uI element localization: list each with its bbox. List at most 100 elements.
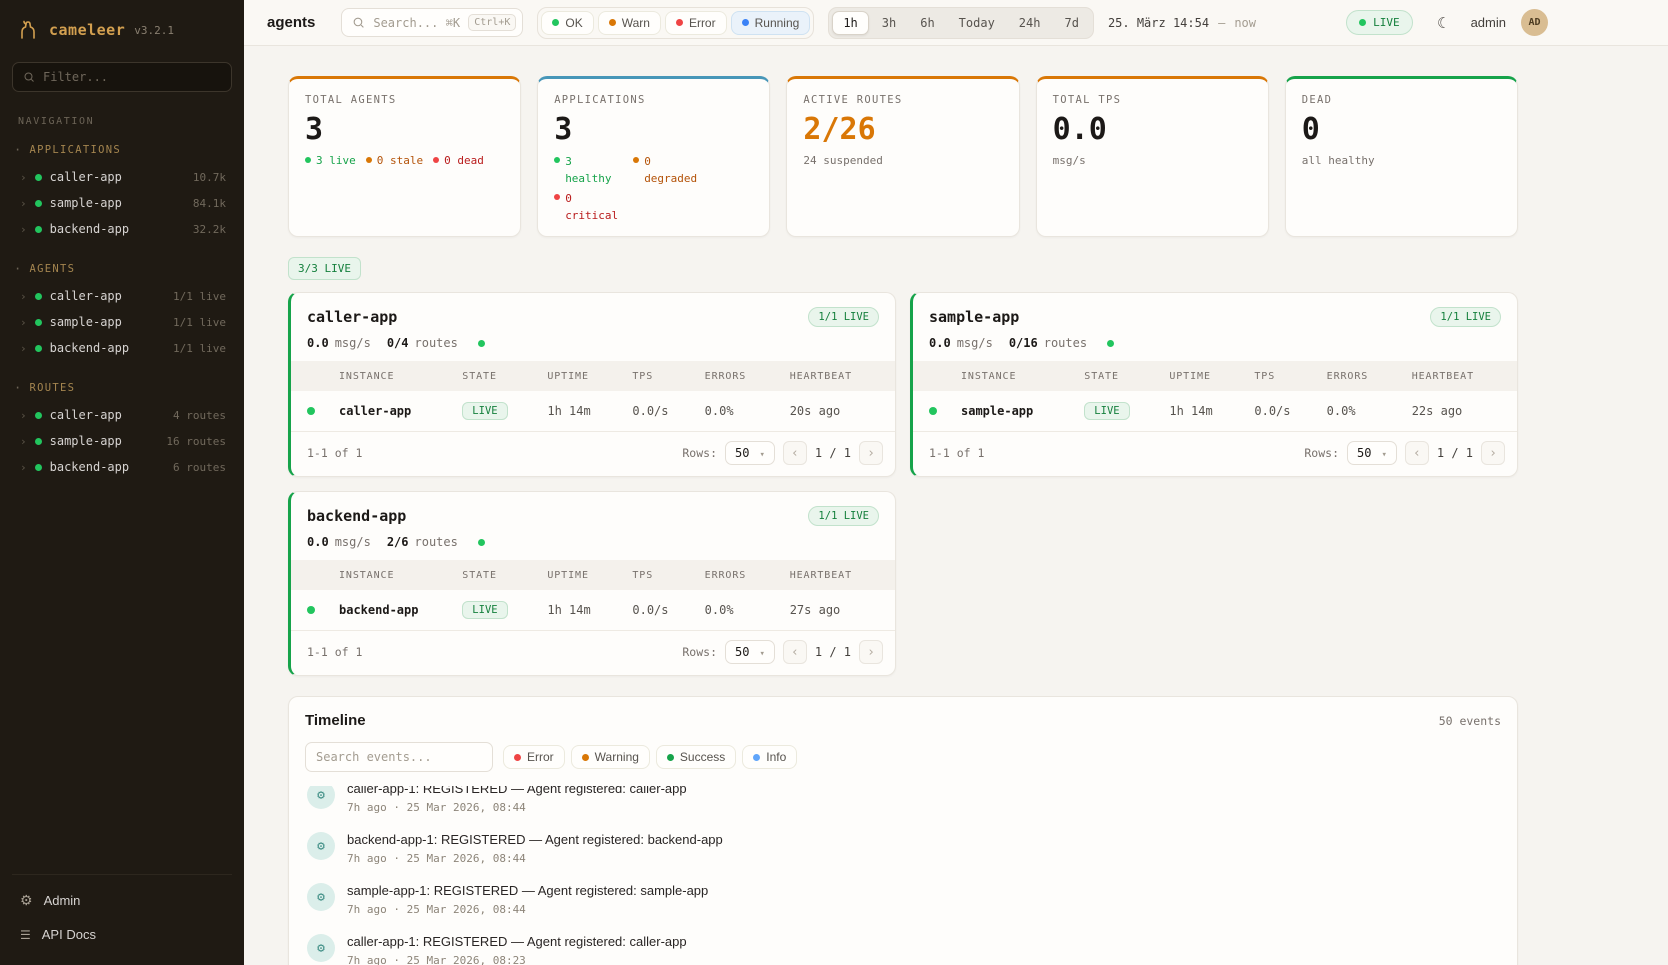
sidebar-section-routes: ROUTES caller-app 4 routes sample-app 16… (12, 377, 232, 480)
live-count-badge: 1/1 LIVE (808, 506, 879, 526)
time-range-1h[interactable]: 1h (832, 11, 868, 35)
time-range-24h[interactable]: 24h (1008, 11, 1052, 35)
stat-card-dead: DEAD 0 all healthy (1285, 76, 1518, 237)
state-badge: LIVE (1084, 402, 1129, 420)
stat-subtext: 24 suspended (803, 154, 1002, 167)
rows-label: Rows: (682, 645, 717, 659)
table-row[interactable]: backend-app LIVE 1h 14m 0.0/s 0.0% 27s a… (291, 590, 895, 630)
sidebar-item-routes-backend-app[interactable]: backend-app 6 routes (12, 454, 232, 480)
app-card-meta: 0.0msg/s 2/6routes (291, 535, 895, 560)
sidebar-item-api-docs[interactable]: API Docs (12, 918, 232, 951)
running-dot-icon (742, 19, 749, 26)
filter-chip-ok[interactable]: OK (541, 11, 593, 35)
event-search-input[interactable] (305, 742, 493, 772)
item-label: sample-app (50, 315, 122, 329)
app-card-sample-app: sample-app 1/1 LIVE 0.0msg/s 0/16routes … (910, 292, 1518, 477)
chip-label: OK (565, 16, 582, 30)
next-page-button[interactable]: › (859, 441, 883, 465)
red-dot-icon (554, 194, 560, 200)
stats-row: TOTAL AGENTS 3 3 live 0 stale 0 dead APP… (288, 76, 1518, 237)
time-range-6h[interactable]: 6h (909, 11, 945, 35)
prev-page-button[interactable]: ‹ (783, 640, 807, 664)
live-count-badge: 1/1 LIVE (1430, 307, 1501, 327)
item-badge: 1/1 live (173, 316, 226, 329)
item-badge: 10.7k (193, 171, 226, 184)
stat-card-applications: APPLICATIONS 3 3 healthy 0 degraded 0 cr… (537, 76, 770, 237)
theme-toggle-button[interactable] (1428, 9, 1456, 37)
avatar[interactable]: AD (1521, 9, 1548, 36)
stat-value: 0.0 (1053, 115, 1252, 145)
sidebar-item-agent-backend-app[interactable]: backend-app 1/1 live (12, 335, 232, 361)
live-summary-badge: 3/3 LIVE (288, 257, 361, 280)
amber-dot-icon (366, 157, 372, 163)
prev-page-button[interactable]: ‹ (1405, 441, 1429, 465)
gear-event-icon (307, 832, 335, 860)
rows-per-page-select[interactable]: 50 (725, 640, 775, 664)
sidebar-item-routes-caller-app[interactable]: caller-app 4 routes (12, 402, 232, 428)
stat-sub-degraded: 0 degraded (633, 154, 702, 187)
stat-value: 0 (1302, 115, 1501, 145)
filter-chip-error[interactable]: Error (665, 11, 727, 35)
stat-value: 3 (554, 115, 753, 145)
rows-per-page-select[interactable]: 50 (1347, 441, 1397, 465)
next-page-button[interactable]: › (1481, 441, 1505, 465)
status-dot (35, 438, 42, 445)
timeline-event[interactable]: caller-app-1: REGISTERED — Agent registe… (305, 786, 1501, 823)
sidebar-filter-input[interactable] (43, 70, 221, 84)
status-dot (35, 293, 42, 300)
chevron-right-icon (20, 222, 27, 236)
item-badge: 1/1 live (173, 290, 226, 303)
sidebar-item-app-backend-app[interactable]: backend-app 32.2k (12, 216, 232, 242)
global-search-input[interactable] (373, 16, 460, 30)
event-title: backend-app-1: REGISTERED — Agent regist… (347, 832, 723, 847)
time-range-today[interactable]: Today (948, 11, 1006, 35)
warn-dot-icon (609, 19, 616, 26)
next-page-button[interactable]: › (859, 640, 883, 664)
timeline-chip-error[interactable]: Error (503, 745, 565, 769)
sidebar-item-app-sample-app[interactable]: sample-app 84.1k (12, 190, 232, 216)
uptime-cell: 1h 14m (1169, 404, 1254, 418)
item-badge: 1/1 live (173, 342, 226, 355)
sidebar-item-admin[interactable]: Admin (12, 883, 232, 918)
app-version: v3.2.1 (134, 24, 174, 37)
table-row[interactable]: sample-app LIVE 1h 14m 0.0/s 0.0% 22s ag… (913, 391, 1517, 431)
content: TOTAL AGENTS 3 3 live 0 stale 0 dead APP… (244, 46, 1668, 965)
rows-per-page-select[interactable]: 50 (725, 441, 775, 465)
item-label: caller-app (50, 170, 122, 184)
timeline-chip-success[interactable]: Success (656, 745, 736, 769)
timeline-event[interactable]: backend-app-1: REGISTERED — Agent regist… (305, 823, 1501, 874)
global-search[interactable]: Ctrl+K (341, 8, 523, 37)
table-footer: 1-1 of 1 Rows: 50 ‹ 1 / 1 › (291, 431, 895, 476)
sidebar-item-agent-caller-app[interactable]: caller-app 1/1 live (12, 283, 232, 309)
prev-page-button[interactable]: ‹ (783, 441, 807, 465)
green-dot-icon (305, 157, 311, 163)
state-badge: LIVE (462, 601, 507, 619)
section-header-applications[interactable]: APPLICATIONS (12, 139, 232, 161)
sidebar-item-agent-sample-app[interactable]: sample-app 1/1 live (12, 309, 232, 335)
timeline-event[interactable]: caller-app-1: REGISTERED — Agent registe… (305, 925, 1501, 965)
timeline-chip-warning[interactable]: Warning (571, 745, 650, 769)
timeline-event-list[interactable]: caller-app-1: REGISTERED — Agent registe… (305, 786, 1501, 965)
nav-label: NAVIGATION (12, 116, 232, 139)
section-header-agents[interactable]: AGENTS (12, 258, 232, 280)
live-status-badge[interactable]: LIVE (1346, 10, 1413, 35)
timeline-event[interactable]: sample-app-1: REGISTERED — Agent registe… (305, 874, 1501, 925)
sidebar-filter[interactable] (12, 62, 232, 92)
filter-chip-warn[interactable]: Warn (598, 11, 661, 35)
sidebar-item-routes-sample-app[interactable]: sample-app 16 routes (12, 428, 232, 454)
section-header-routes[interactable]: ROUTES (12, 377, 232, 399)
rows-label: Rows: (1304, 446, 1339, 460)
tps-cell: 0.0/s (632, 603, 704, 617)
table-row[interactable]: caller-app LIVE 1h 14m 0.0/s 0.0% 20s ag… (291, 391, 895, 431)
sidebar-item-app-caller-app[interactable]: caller-app 10.7k (12, 164, 232, 190)
time-range-7d[interactable]: 7d (1053, 11, 1089, 35)
event-time: 7h ago · 25 Mar 2026, 08:44 (347, 852, 723, 865)
chevron-right-icon (20, 315, 27, 329)
gear-event-icon (307, 934, 335, 962)
live-count-badge: 1/1 LIVE (808, 307, 879, 327)
timeline-chip-info[interactable]: Info (742, 745, 797, 769)
status-dot (35, 412, 42, 419)
time-range-3h[interactable]: 3h (871, 11, 907, 35)
page-indicator: 1 / 1 (815, 645, 851, 659)
filter-chip-running[interactable]: Running (731, 11, 811, 35)
